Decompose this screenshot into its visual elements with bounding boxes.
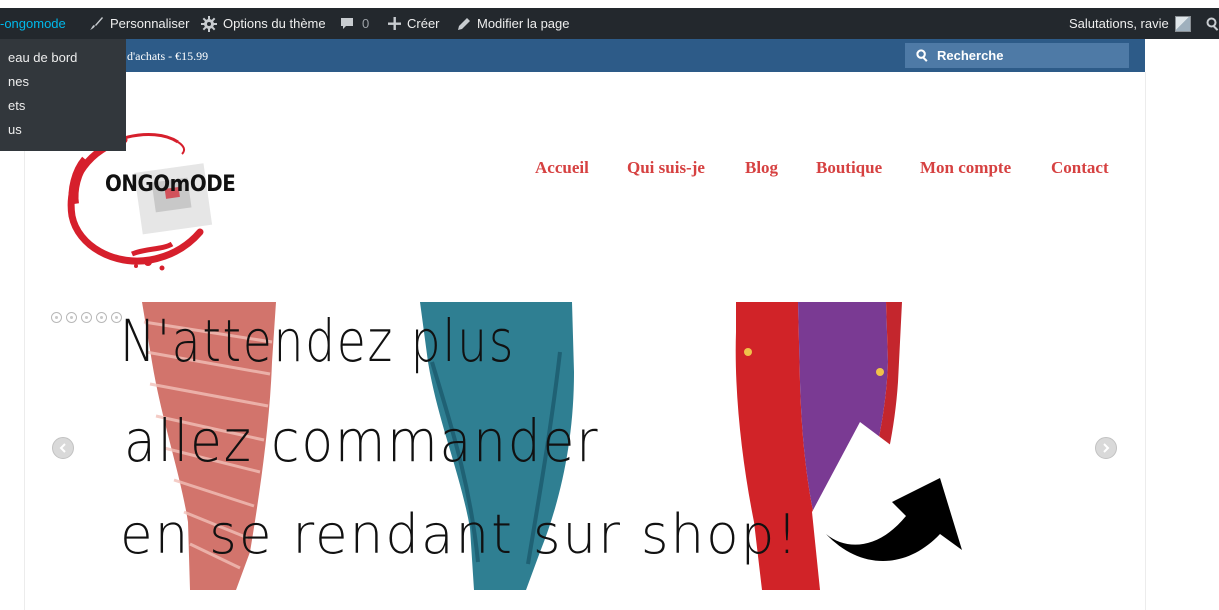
slider-dot-1[interactable] (51, 312, 62, 323)
chevron-right-icon (1103, 443, 1110, 453)
dropdown-item-widgets[interactable]: ets (8, 95, 25, 117)
slide-line-3: en se rendant sur shop! (120, 503, 800, 566)
cart-summary-link[interactable]: d'achats - €15.99 (127, 49, 208, 64)
brush-icon (90, 16, 103, 30)
site-dropdown-menu: eau de bord nes ets us (0, 39, 126, 151)
slider-prev-button[interactable] (52, 437, 74, 459)
edit-page-link[interactable]: Modifier la page (457, 8, 570, 39)
user-account-link[interactable]: Salutations, ravie (1069, 8, 1191, 39)
search-icon (916, 49, 928, 62)
comments-count: 0 (362, 16, 370, 31)
plus-icon (388, 17, 401, 30)
logo-text: ONGOmODE (105, 172, 236, 197)
nav-qui-suis-je[interactable]: Qui suis-je (627, 158, 705, 178)
pencil-icon (458, 17, 470, 30)
dropdown-item-themes[interactable]: nes (8, 71, 29, 93)
hero-slider: N'attendez plus allez commander en se re… (40, 302, 1130, 590)
slide-line-2: allez commander (124, 407, 600, 475)
slide-line-1: N'attendez plus (120, 307, 516, 375)
create-label: Créer (407, 16, 440, 31)
chevron-left-icon (59, 443, 66, 453)
nav-boutique[interactable]: Boutique (816, 158, 882, 178)
header-strip: d'achats - €15.99 Recherche (0, 39, 1145, 72)
slider-dot-4[interactable] (96, 312, 107, 323)
search-placeholder: Recherche (937, 48, 1004, 63)
gear-icon (201, 15, 217, 32)
admin-search-button[interactable] (1206, 8, 1219, 39)
customize-link[interactable]: Personnaliser (90, 8, 190, 39)
admin-bar: -ongomode Personnaliser Options du thème… (0, 8, 1219, 39)
edit-page-label: Modifier la page (477, 16, 570, 31)
slider-dot-2[interactable] (66, 312, 77, 323)
nav-accueil[interactable]: Accueil (535, 158, 589, 178)
theme-options-link[interactable]: Options du thème (201, 8, 326, 39)
customize-label: Personnaliser (110, 16, 190, 31)
nav-contact[interactable]: Contact (1051, 158, 1109, 178)
search-icon (1206, 17, 1219, 31)
theme-options-label: Options du thème (223, 16, 326, 31)
dropdown-item-menus[interactable]: us (8, 119, 22, 141)
slider-dot-5[interactable] (111, 312, 122, 323)
user-greeting: Salutations, ravie (1069, 16, 1169, 31)
dropdown-item-dashboard[interactable]: eau de bord (8, 47, 77, 69)
nav-mon-compte[interactable]: Mon compte (920, 158, 1011, 178)
comments-link[interactable]: 0 (340, 8, 369, 39)
slider-dot-3[interactable] (81, 312, 92, 323)
nav-blog[interactable]: Blog (745, 158, 778, 178)
avatar (1174, 15, 1191, 32)
comment-bubble-icon (341, 18, 353, 29)
create-link[interactable]: Créer (388, 8, 440, 39)
slider-next-button[interactable] (1095, 437, 1117, 459)
site-name-link[interactable]: -ongomode (0, 8, 66, 39)
search-field[interactable]: Recherche (905, 43, 1129, 68)
